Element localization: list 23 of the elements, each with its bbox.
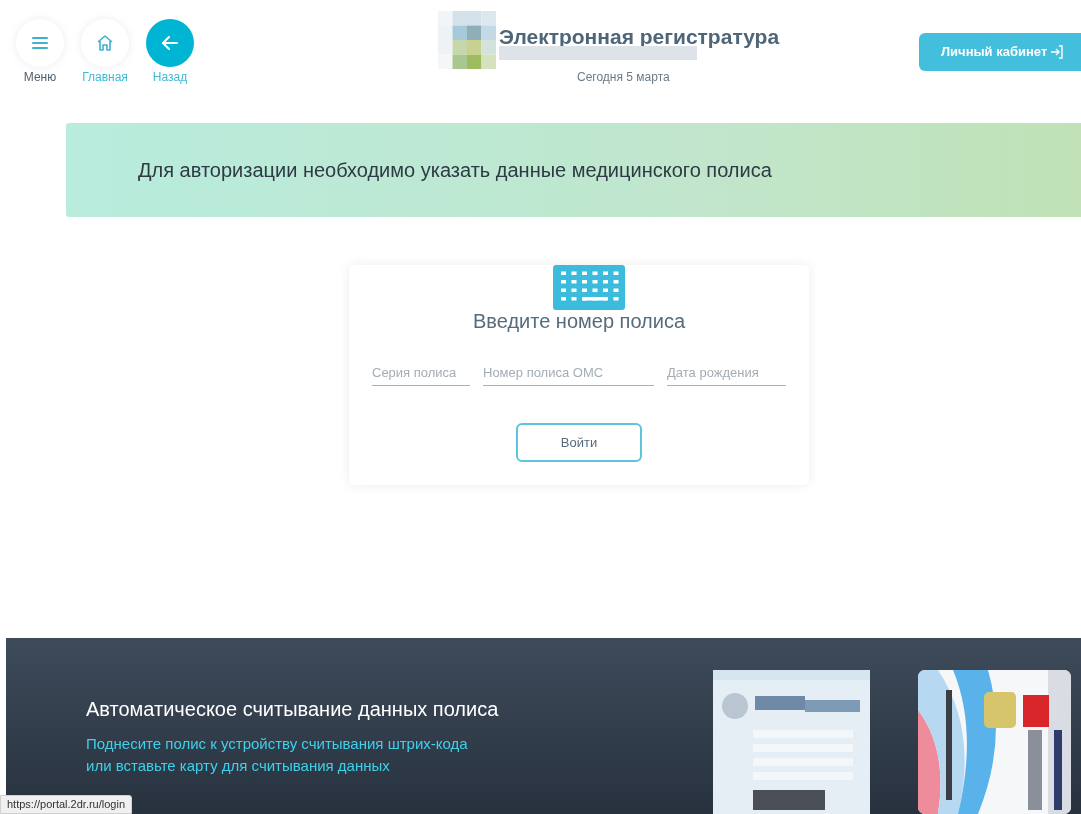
login-button[interactable]: Войти — [516, 423, 642, 462]
menu-button[interactable] — [16, 19, 64, 67]
back-button[interactable] — [146, 19, 194, 67]
footer-title: Автоматическое считывание данных полиса — [86, 697, 499, 722]
date-label: Сегодня 5 марта — [577, 69, 670, 86]
nav-label[interactable]: Меню — [23, 68, 57, 86]
footer-instructions: Поднесите полис к устройству считывания штрих-кода или вставьте карту для считывания данных — [86, 734, 468, 776]
logo-icon — [438, 11, 496, 69]
banner-text: Для авторизации необходимо указать данные медицинского полиса — [138, 158, 772, 183]
menu-icon — [32, 36, 48, 50]
nav-label[interactable]: Главная — [82, 68, 128, 86]
login-icon — [1050, 45, 1065, 59]
home-icon — [96, 34, 114, 52]
back-arrow-icon — [162, 36, 178, 50]
nav-label[interactable]: Назад — [152, 68, 188, 86]
form-title: Введите номер полиса — [472, 309, 686, 334]
site-title: Электронная регистратура — [499, 24, 780, 50]
home-button[interactable] — [81, 19, 129, 67]
input-field[interactable]: Номер полиса ОМС — [483, 360, 654, 386]
input-field[interactable]: Серия полиса — [372, 360, 470, 386]
account-button[interactable]: Личный кабинет — [919, 33, 1081, 71]
status-url: https://portal.2dr.ru/login — [0, 795, 132, 814]
input-field[interactable]: Дата рождения — [667, 360, 786, 386]
